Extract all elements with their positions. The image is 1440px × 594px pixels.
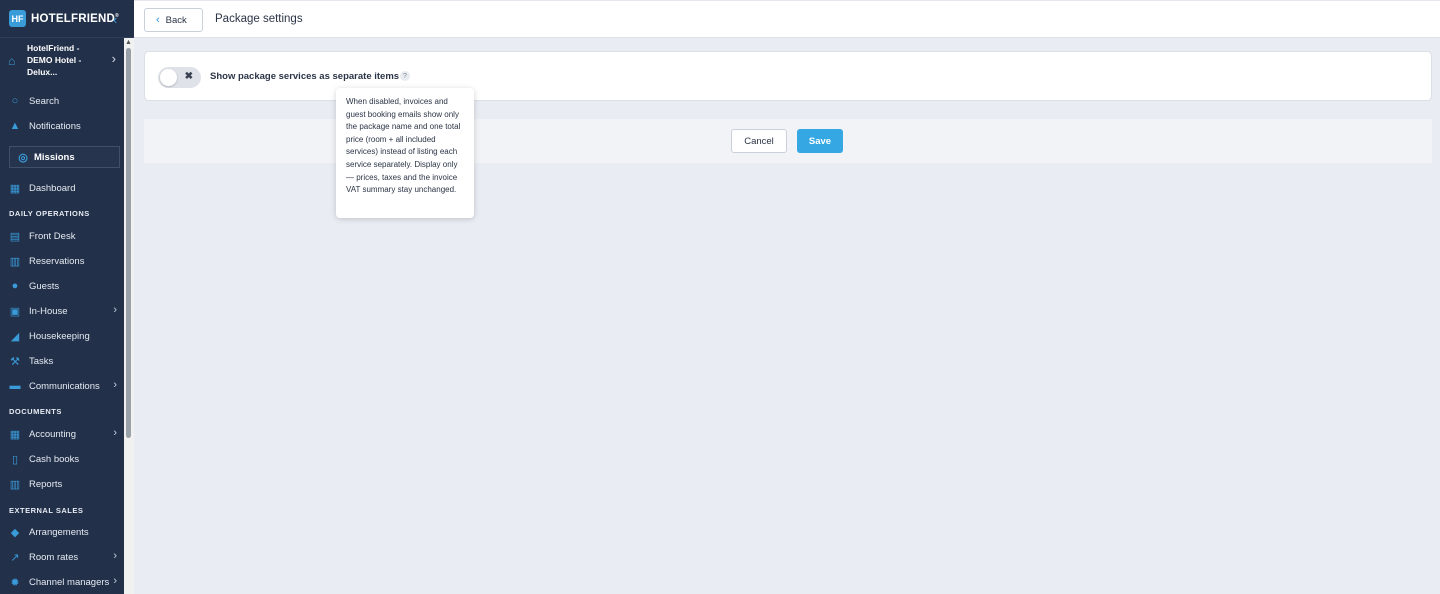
chevron-right-icon: › — [113, 379, 117, 391]
cart-icon: ▣ — [9, 305, 21, 318]
sidebar-item-label: Arrangements — [29, 526, 89, 538]
sidebar-item-in-house[interactable]: ▣ In-House › — [0, 300, 124, 322]
sidebar-item-label: Reports — [29, 478, 63, 490]
chevron-right-icon: › — [113, 427, 117, 439]
toggle-label: Show package services as separate items — [210, 71, 400, 82]
chat-icon: ▬ — [9, 380, 21, 392]
sidebar-item-communications[interactable]: ▬ Communications › — [0, 375, 124, 397]
sidebar-item-label: Reservations — [29, 255, 85, 267]
hotel-icon: ⌂ — [8, 54, 16, 68]
search-icon: ○ — [11, 95, 19, 107]
sidebar-scrollbar[interactable]: ▲ — [124, 38, 134, 594]
sidebar-item-label: Cash books — [29, 453, 80, 465]
collapse-sidebar-icon[interactable]: ‹ — [113, 12, 117, 27]
sidebar-item-dashboard[interactable]: ▦ Dashboard — [0, 177, 124, 199]
sidebar-item-label: Search — [29, 95, 60, 107]
separate-items-toggle[interactable]: ✖ — [158, 67, 201, 88]
logo-wordmark: HOTELFRIEND — [31, 12, 115, 25]
dashboard-icon: ▦ — [9, 182, 21, 195]
chevron-right-icon: › — [113, 575, 117, 587]
network-icon: ✹ — [10, 576, 20, 589]
sidebar-item-missions[interactable]: ◎ Missions — [9, 146, 120, 168]
hotel-name: HotelFriend - DEMO Hotel - Delux... — [27, 43, 82, 77]
sidebar-item-label: Housekeeping — [29, 330, 90, 342]
chevron-right-icon: › — [113, 304, 117, 316]
trend-icon: ↗ — [10, 551, 20, 564]
sidebar-item-guests[interactable]: ● Guests — [0, 275, 124, 297]
chevron-left-icon: ‹ — [156, 14, 160, 26]
sidebar-item-notifications[interactable]: ▲ Notifications — [0, 115, 124, 137]
close-icon: ✖ — [184, 71, 193, 82]
logo-text: HOTELFRIEND® — [31, 13, 119, 25]
sidebar-item-tasks[interactable]: ⚒ Tasks — [0, 350, 124, 372]
sidebar-item-label: Accounting — [29, 428, 77, 440]
scroll-up-arrow-icon[interactable]: ▲ — [125, 39, 132, 46]
toggle-knob — [160, 69, 177, 86]
chevron-right-icon: › — [111, 51, 116, 66]
sidebar-item-housekeeping[interactable]: ◢ Housekeeping — [0, 325, 124, 347]
sidebar-item-label: Tasks — [29, 355, 54, 367]
help-tooltip: When disabled, invoices and guest bookin… — [336, 88, 474, 218]
logo-icon: HF — [9, 10, 26, 27]
broom-icon: ◢ — [10, 330, 20, 343]
section-external-sales: EXTERNAL SALES — [9, 506, 84, 515]
cancel-button[interactable]: Cancel — [731, 129, 787, 153]
section-daily-operations: DAILY OPERATIONS — [9, 209, 90, 218]
medal-icon: ◎ — [18, 151, 28, 164]
chevron-right-icon: › — [113, 550, 117, 562]
back-button[interactable]: ‹ Back — [144, 8, 203, 32]
sidebar-item-reservations[interactable]: ▥ Reservations — [0, 250, 124, 272]
sidebar-item-reports[interactable]: ▥ Reports — [0, 473, 124, 495]
sidebar-item-label: Front Desk — [29, 230, 76, 242]
sidebar: HF HOTELFRIEND® ‹ ⌂ HotelFriend - DEMO H… — [0, 0, 134, 594]
sidebar-item-arrangements[interactable]: ◆ Arrangements — [0, 521, 124, 543]
sidebar-item-front-desk[interactable]: ▤ Front Desk — [0, 225, 124, 247]
clipboard-icon: ▥ — [9, 478, 21, 491]
scrollbar-thumb[interactable] — [126, 48, 131, 438]
sidebar-item-channel-managers[interactable]: ✹ Channel managers › — [0, 571, 124, 593]
calendar-icon: ▤ — [9, 230, 21, 243]
sidebar-item-label: Missions — [34, 151, 75, 163]
sidebar-item-label: Notifications — [29, 120, 81, 132]
sidebar-item-label: Channel managers — [29, 576, 110, 588]
sidebar-item-cash-books[interactable]: ▯ Cash books — [0, 448, 124, 470]
wrench-icon: ⚒ — [10, 355, 20, 368]
grid-icon: ▦ — [9, 428, 21, 441]
sidebar-item-label: Dashboard — [29, 182, 76, 194]
book-icon: ▯ — [11, 453, 19, 466]
sidebar-item-accounting[interactable]: ▦ Accounting › — [0, 423, 124, 445]
sidebar-item-label: In-House — [29, 305, 68, 317]
help-icon[interactable]: ? — [400, 71, 410, 81]
document-icon: ▥ — [9, 255, 21, 268]
hotel-selector[interactable]: ⌂ HotelFriend - DEMO Hotel - Delux... › — [0, 42, 124, 78]
user-icon: ● — [11, 280, 19, 292]
topbar: ‹ Back Package settings — [134, 0, 1440, 38]
sidebar-item-label: Room rates — [29, 551, 79, 563]
bell-icon: ▲ — [9, 120, 21, 132]
page-title: Package settings — [215, 13, 303, 25]
sidebar-item-label: Guests — [29, 280, 60, 292]
tag-icon: ◆ — [10, 526, 20, 539]
back-button-label: Back — [165, 14, 187, 26]
save-button[interactable]: Save — [797, 129, 843, 153]
sidebar-item-search[interactable]: ○ Search — [0, 90, 124, 112]
section-documents: DOCUMENTS — [9, 407, 62, 416]
sidebar-item-label: Communications — [29, 380, 100, 392]
sidebar-item-room-rates[interactable]: ↗ Room rates › — [0, 546, 124, 568]
